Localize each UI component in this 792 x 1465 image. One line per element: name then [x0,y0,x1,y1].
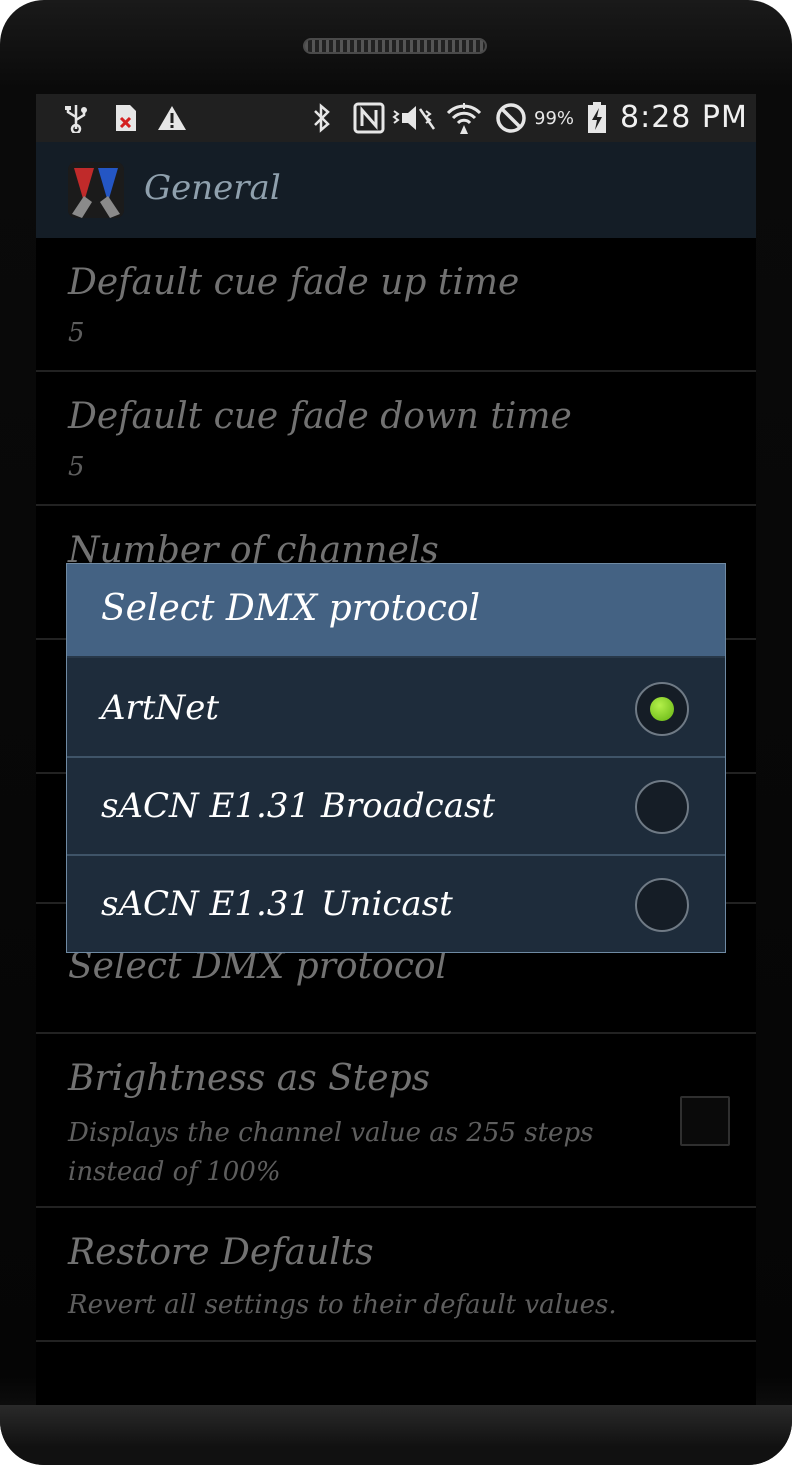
battery-charging-icon [586,102,608,134]
clock: 8:28 PM [620,100,748,135]
radio-selected-dot [650,697,674,721]
phone-frame: 99% 8:28 PM General Default cue fade up [0,0,792,1465]
radio-button[interactable] [635,878,689,932]
bluetooth-icon [310,102,334,134]
vibrate-mute-icon [392,102,436,134]
sd-card-error-icon [112,102,140,134]
nfc-icon [352,102,386,134]
status-bar: 99% 8:28 PM [36,94,756,142]
warning-icon [156,102,188,134]
page-title: General [144,168,281,208]
bottom-bezel [0,1405,792,1465]
usb-icon [62,102,90,134]
radio-button-selected[interactable] [635,682,689,736]
option-label: ArtNet [101,688,220,728]
block-icon [494,102,528,134]
app-logo-icon[interactable] [68,162,124,218]
wifi-icon [444,102,484,134]
option-sacn-unicast[interactable]: sACN E1.31 Unicast [67,856,725,954]
radio-button[interactable] [635,780,689,834]
option-label: sACN E1.31 Broadcast [101,786,496,826]
option-artnet[interactable]: ArtNet [67,660,725,758]
select-dmx-protocol-dialog: Select DMX protocol ArtNet sACN E1.31 Br… [66,563,726,953]
option-sacn-broadcast[interactable]: sACN E1.31 Broadcast [67,758,725,856]
dialog-title: Select DMX protocol [101,588,481,629]
dialog-header: Select DMX protocol [67,564,725,658]
earpiece-speaker [303,38,487,54]
option-label: sACN E1.31 Unicast [101,884,453,924]
battery-percent: 99% [534,108,575,129]
action-bar: General [36,142,756,238]
